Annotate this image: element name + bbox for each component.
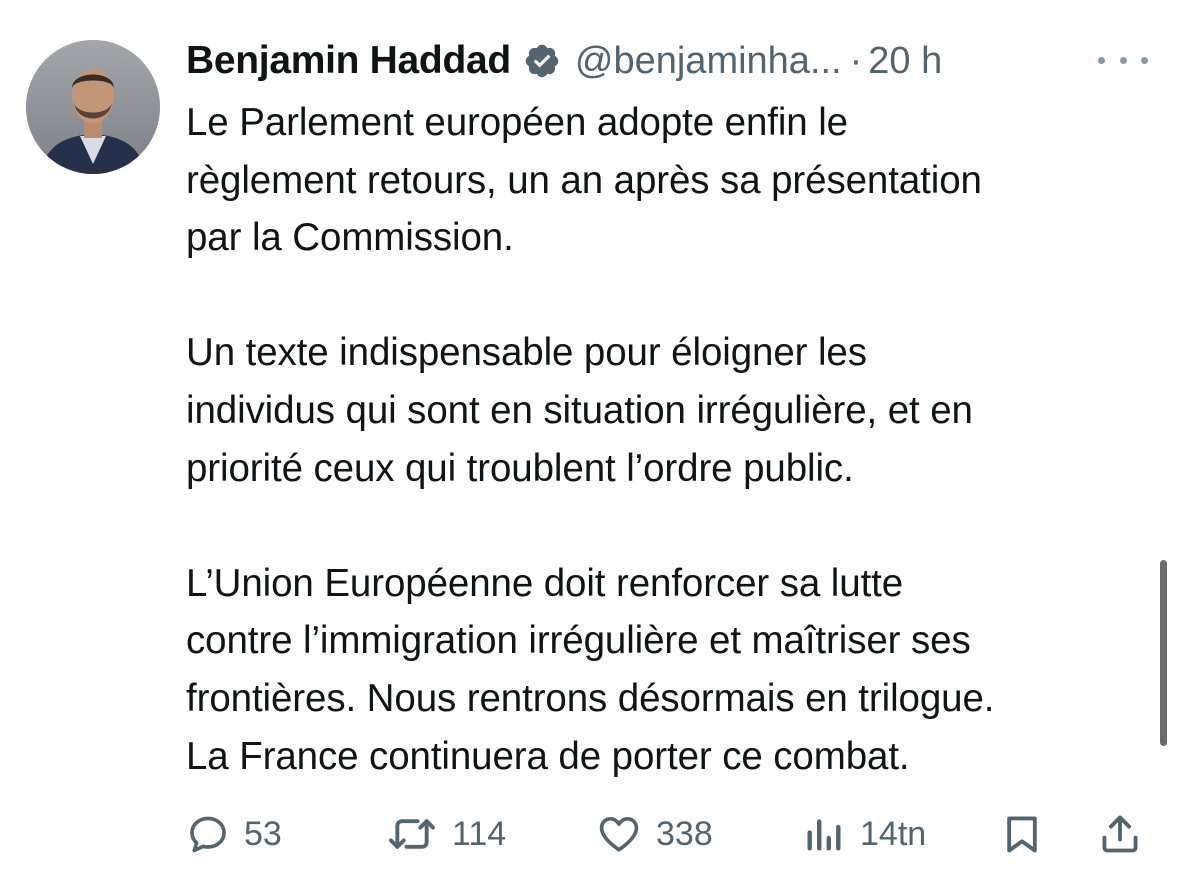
retweet-button[interactable]: 114	[386, 806, 506, 862]
more-options-icon[interactable]	[1098, 50, 1148, 70]
text-line: par la Commission.	[186, 216, 514, 260]
tweet-paragraph: L’Union Européenne doit renforcer sa lut…	[186, 555, 1156, 785]
tweet[interactable]: Benjamin Haddad @benjaminha... · 20 h Le…	[0, 0, 1179, 883]
tweet-paragraph: Le Parlement européen adopte enfin le rè…	[186, 94, 1156, 267]
views-icon	[807, 819, 841, 851]
reply-icon	[190, 816, 226, 853]
text-line: individus qui sont en situation irréguli…	[186, 388, 973, 432]
views-count: 14tn	[860, 814, 927, 853]
like-icon	[599, 816, 639, 852]
verified-badge-icon[interactable]	[523, 42, 561, 80]
bookmark-button[interactable]	[1000, 806, 1044, 862]
text-line: règlement retours, un an après sa présen…	[186, 158, 982, 202]
like-button[interactable]: 338	[596, 806, 713, 862]
text-line: contre l’immigration irrégulière et maît…	[186, 619, 971, 663]
display-name[interactable]: Benjamin Haddad	[186, 39, 511, 83]
retweet-count: 114	[452, 814, 507, 853]
tweet-header: Benjamin Haddad @benjaminha... · 20 h	[186, 36, 942, 86]
like-count: 338	[656, 814, 713, 853]
text-line: frontières. Nous rentrons désormais en t…	[186, 676, 995, 720]
avatar-photo	[26, 40, 160, 174]
share-button[interactable]	[1098, 806, 1142, 862]
timestamp[interactable]: 20 h	[868, 40, 942, 83]
bookmark-icon	[1007, 816, 1037, 853]
text-line: La France continuera de porter ce combat…	[186, 734, 910, 778]
retweet-icon	[388, 819, 436, 849]
share-icon	[1102, 815, 1138, 853]
text-line: Le Parlement européen adopte enfin le	[186, 101, 848, 144]
handle[interactable]: @benjaminha...	[575, 40, 842, 83]
text-line: L’Union Européenne doit renforcer sa lut…	[186, 561, 904, 605]
separator-dot: ·	[849, 39, 863, 82]
avatar[interactable]	[26, 40, 160, 174]
views-button[interactable]: 14tn	[802, 806, 926, 862]
action-bar: 53 114 338 14tn	[186, 806, 1146, 862]
text-line: Un texte indispensable pour éloigner les	[186, 331, 867, 375]
tweet-paragraph: Un texte indispensable pour éloigner les…	[186, 324, 1156, 497]
scrollbar[interactable]	[1160, 560, 1167, 746]
reply-button[interactable]: 53	[186, 806, 282, 862]
tweet-text: Le Parlement européen adopte enfin le rè…	[186, 94, 1156, 785]
reply-count: 53	[244, 814, 282, 853]
text-line: priorité ceux qui troublent l’ordre publ…	[186, 446, 854, 490]
